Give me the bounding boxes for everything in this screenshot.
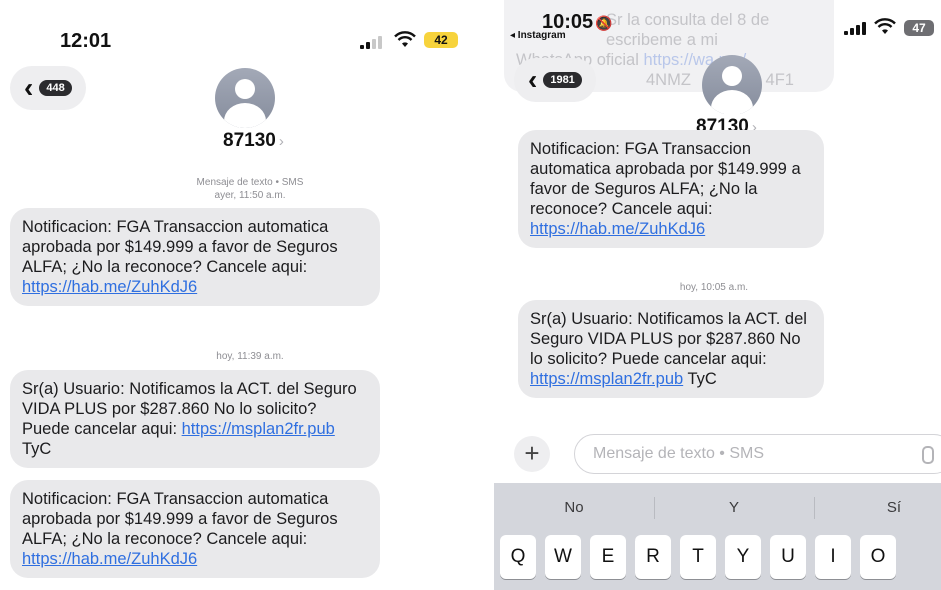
suggestion-1[interactable]: No bbox=[494, 493, 654, 523]
key-e[interactable]: E bbox=[590, 535, 626, 579]
wifi-icon bbox=[874, 18, 896, 34]
bell-slash-icon: 🔕 bbox=[595, 15, 613, 31]
back-chevron-icon: ‹ bbox=[24, 72, 34, 103]
message-input[interactable] bbox=[574, 434, 941, 474]
message-bubble[interactable]: Notificacion: FGA Transaccion automatica… bbox=[518, 130, 824, 248]
right-phone-screen: Sr la consulta del 8 de escribeme a mi W… bbox=[494, 0, 941, 590]
key-u[interactable]: U bbox=[770, 535, 806, 579]
signal-icon bbox=[360, 36, 382, 49]
key-r[interactable]: R bbox=[635, 535, 671, 579]
wifi-icon bbox=[394, 31, 416, 47]
key-y[interactable]: Y bbox=[725, 535, 761, 579]
suggestion-2[interactable]: Y bbox=[654, 493, 814, 523]
battery-icon: 47 bbox=[904, 20, 934, 36]
message-timestamp: Mensaje de texto • SMS ayer, 11:50 a.m. bbox=[196, 177, 304, 201]
unread-count-badge: 448 bbox=[39, 80, 72, 96]
keyboard: No Y Sí Q W E R T Y U I O bbox=[494, 483, 941, 590]
back-chevron-icon: ‹ bbox=[528, 64, 538, 95]
message-bubble[interactable]: Notificacion: FGA Transaccion automatica… bbox=[10, 480, 380, 578]
message-bubble[interactable]: Sr(a) Usuario: Notificamos la ACT. del S… bbox=[518, 300, 824, 398]
back-button[interactable]: ‹ 1981 bbox=[514, 58, 596, 102]
key-o[interactable]: O bbox=[860, 535, 896, 579]
key-t[interactable]: T bbox=[680, 535, 716, 579]
message-link[interactable]: https://hab.me/ZuhKdJ6 bbox=[530, 220, 705, 238]
mic-icon[interactable] bbox=[922, 446, 934, 464]
suggestion-3[interactable]: Sí bbox=[814, 493, 941, 523]
message-bubble[interactable]: Notificacion: FGA Transaccion automatica… bbox=[10, 208, 380, 306]
avatar-icon[interactable] bbox=[215, 68, 275, 128]
message-link[interactable]: https://msplan2fr.pub bbox=[530, 370, 683, 388]
key-w[interactable]: W bbox=[545, 535, 581, 579]
key-i[interactable]: I bbox=[815, 535, 851, 579]
back-button[interactable]: ‹ 448 bbox=[10, 66, 86, 110]
contact-name[interactable]: 87130 › bbox=[213, 128, 294, 154]
message-timestamp: hoy, 10:05 a.m. bbox=[679, 282, 749, 293]
screenshot-divider bbox=[478, 0, 494, 590]
signal-icon bbox=[844, 22, 866, 35]
message-link[interactable]: https://msplan2fr.pub bbox=[182, 420, 335, 438]
message-link[interactable]: https://hab.me/ZuhKdJ6 bbox=[22, 550, 197, 568]
status-time: 12:01 bbox=[60, 30, 112, 52]
unread-count-badge: 1981 bbox=[543, 72, 582, 88]
plus-icon[interactable]: + bbox=[514, 436, 550, 472]
compose-bar: + bbox=[494, 430, 941, 478]
return-to-instagram[interactable]: ◂ Instagram bbox=[510, 30, 566, 41]
message-link[interactable]: https://hab.me/ZuhKdJ6 bbox=[22, 278, 197, 296]
battery-icon: 42 bbox=[424, 32, 458, 48]
message-timestamp: hoy, 11:39 a.m. bbox=[216, 351, 284, 362]
avatar-icon[interactable] bbox=[702, 55, 762, 115]
key-q[interactable]: Q bbox=[500, 535, 536, 579]
left-phone-screen: 12:01 42 ‹ 448 87130 › Mensaje de texto •… bbox=[0, 0, 478, 590]
message-bubble[interactable]: Sr(a) Usuario: Notificamos la ACT. del S… bbox=[10, 370, 380, 468]
chevron-right-icon: › bbox=[278, 133, 284, 150]
